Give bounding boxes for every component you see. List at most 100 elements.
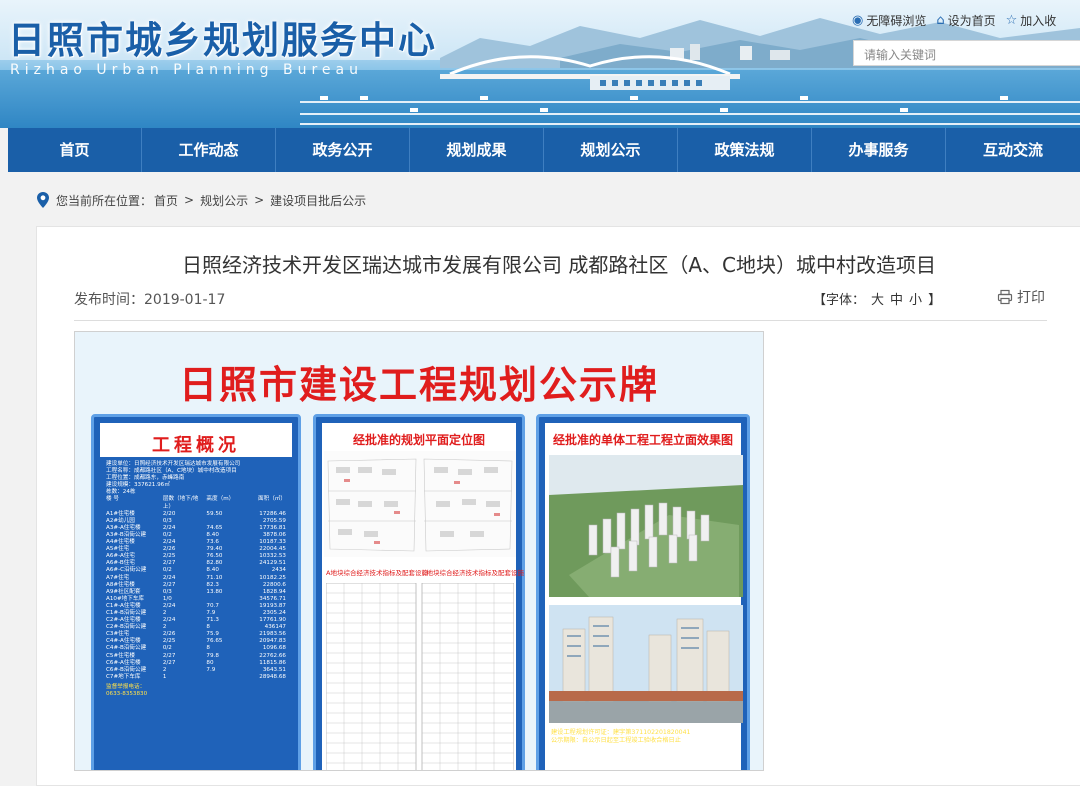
header-cell: 层数（地下/地上） xyxy=(162,496,199,510)
nav-item-interaction[interactable]: 互动交流 xyxy=(946,128,1080,172)
overview-table-row: C1#-A住宅楼 2/24 70.7 19193.87 xyxy=(106,603,286,610)
font-size-label-close: 】 xyxy=(928,293,942,308)
site-header: 日照市城乡规划服务中心 Rizhao Urban Planning Bureau… xyxy=(0,0,1080,128)
overview-table-cell: 79.8 xyxy=(206,652,219,659)
overview-table-cell: 2/24 xyxy=(162,574,176,581)
overview-table-row: A4#住宅楼 2/24 73.6 10187.33 xyxy=(106,539,286,546)
breadcrumb-prefix: 您当前所在位置： xyxy=(56,193,153,208)
overview-table-cell: 71.3 xyxy=(206,617,219,624)
overview-table-cell: 7.9 xyxy=(206,609,216,616)
eye-icon: ◉ xyxy=(852,13,864,28)
overview-table-cell: A9#社区配套 xyxy=(106,588,141,595)
publish-date: 2019-01-17 xyxy=(144,292,226,308)
article-title: 日照经济技术开发区瑞达城市发展有限公司 成都路社区（A、C地块）城中村改造项目 xyxy=(181,253,936,277)
overview-table-cell xyxy=(206,518,248,525)
overview-table-cell: A6#-C沿街公建 xyxy=(106,567,147,574)
plan-label-c: C地块综合经济技术指标及配套设施 xyxy=(422,569,525,577)
overview-table-cell: 80 xyxy=(206,659,214,666)
indicator-tables-image xyxy=(326,583,514,770)
font-size-small-button[interactable]: 小 xyxy=(909,289,922,308)
overview-table-cell: 1/0 xyxy=(162,595,172,602)
font-size-medium-button[interactable]: 中 xyxy=(890,289,903,308)
overview-table-cell: A8#住宅楼 xyxy=(106,581,135,588)
site-title: 日照市城乡规划服务中心 xyxy=(8,19,437,62)
overview-table-cell: 70.7 xyxy=(206,602,219,609)
main-nav: 首页 工作动态 政务公开 规划成果 规划公示 政策法规 办事服务 互动交流 xyxy=(8,128,1080,172)
overview-footer-line: 0633-8353830 xyxy=(106,691,148,697)
overview-table-cell: 10187.33 xyxy=(259,539,286,546)
overview-table-cell: 34576.71 xyxy=(259,595,286,602)
nav-item-work-news[interactable]: 工作动态 xyxy=(142,128,276,172)
breadcrumb-planning-publicity[interactable]: 规划公示 xyxy=(200,192,248,209)
overview-table-cell: A1#住宅楼 xyxy=(106,510,135,517)
star-icon: ☆ xyxy=(1005,13,1018,28)
font-size-label: 【字体： xyxy=(813,293,866,308)
overview-table-cell: 2434 xyxy=(271,567,286,574)
overview-table-cell: 17286.46 xyxy=(259,510,286,517)
site-plan-map-image xyxy=(324,451,516,557)
nav-item-planning-results[interactable]: 规划成果 xyxy=(410,128,544,172)
rendering-panel-title: 经批准的单体工程工程立面效果图 xyxy=(552,433,733,447)
printer-icon xyxy=(997,289,1013,305)
overview-table-cell: 2/27 xyxy=(162,659,176,666)
overview-table-cell: 22004.45 xyxy=(259,546,286,553)
overview-table-cell: 2/27 xyxy=(162,581,176,588)
planning-billboard-image: 日照市建设工程规划公示牌 工程概况 建设单位：日照经济技术开发区瑞达城市发展有限… xyxy=(74,331,764,771)
overview-table-row: A10#地下车库 1/0 34576.71 xyxy=(106,596,286,603)
aerial-rendering-image xyxy=(549,455,743,597)
set-homepage-link[interactable]: ⌂ 设为首页 xyxy=(936,12,995,29)
overview-footer: 监督举报电话： 0633-8353830 xyxy=(106,684,286,698)
overview-table-body: A1#住宅楼 2/20 59.50 17286.46 A2#幼儿园 0/3 2705.59 A… xyxy=(106,511,286,681)
overview-table-cell: 20947.83 xyxy=(259,638,286,645)
nav-item-services[interactable]: 办事服务 xyxy=(812,128,946,172)
overview-table-cell: 22800.6 xyxy=(262,581,286,588)
overview-table-row: A8#住宅楼 2/27 82.3 22800.6 xyxy=(106,582,286,589)
overview-table-cell: 0/3 xyxy=(162,517,172,524)
overview-table-cell: 2 xyxy=(162,624,167,631)
permit-line: 建设工程规划许可证：建字第371102201820041 xyxy=(551,729,691,736)
font-size-large-button[interactable]: 大 xyxy=(871,289,884,308)
overview-table-cell: 2/26 xyxy=(162,546,176,553)
overview-panel-title: 工程概况 xyxy=(152,435,240,456)
overview-table-cell: 24129.51 xyxy=(259,560,286,567)
overview-panel-inner: 工程概况 建设单位：日照经济技术开发区瑞达城市发展有限公司 工程名称：成都路社区… xyxy=(100,423,292,770)
overview-table-cell: 2/26 xyxy=(162,631,176,638)
nav-item-policies[interactable]: 政策法规 xyxy=(678,128,812,172)
breadcrumb-home[interactable]: 首页 xyxy=(154,192,178,209)
article-panel: 日照经济技术开发区瑞达城市发展有限公司 成都路社区（A、C地块）城中村改造项目 … xyxy=(36,226,1080,786)
overview-table-cell: 1828.94 xyxy=(262,588,286,595)
overview-table-cell: C1#-B沿街公建 xyxy=(106,609,147,616)
overview-table-cell: C5#住宅楼 xyxy=(106,652,135,659)
overview-table-cell: 0/2 xyxy=(162,567,172,574)
overview-table-cell: 2/24 xyxy=(162,617,176,624)
print-button[interactable]: 打印 xyxy=(997,287,1045,307)
overview-table-cell: 7.9 xyxy=(206,666,216,673)
overview-table-cell: 2 xyxy=(162,666,167,673)
overview-table-cell: 79.40 xyxy=(206,546,223,553)
overview-table-cell: 2/25 xyxy=(162,638,176,645)
site-plan-panel-title: 经批准的规划平面定位图 xyxy=(352,433,485,447)
nav-item-home[interactable]: 首页 xyxy=(8,128,142,172)
header-cell: 高度（m） xyxy=(206,496,235,503)
overview-table-cell: 3643.51 xyxy=(262,666,286,673)
overview-panel-body: 建设单位：日照经济技术开发区瑞达城市发展有限公司 工程名称：成都路社区（A、C地… xyxy=(100,457,292,770)
overview-table-row: C5#住宅楼 2/27 79.8 22762.66 xyxy=(106,653,286,660)
overview-table-cell: 2/27 xyxy=(162,560,176,567)
location-pin-icon xyxy=(37,192,49,208)
add-favorite-link-label: 加入收 xyxy=(1020,14,1057,28)
overview-table-cell: 13.80 xyxy=(206,588,223,595)
overview-table-cell: 19193.87 xyxy=(259,602,286,609)
accessibility-link[interactable]: ◉ 无障碍浏览 xyxy=(852,12,926,29)
nav-item-government-affairs[interactable]: 政务公开 xyxy=(276,128,410,172)
billboard-site-plan-panel: 经批准的规划平面定位图 A地块综合经济技术指标及配套设施 C地块综合经济技术指标… xyxy=(313,414,525,770)
print-label: 打印 xyxy=(1017,290,1045,306)
street-rendering-image xyxy=(549,605,743,723)
overview-table-cell: A2#幼儿园 xyxy=(106,517,135,524)
overview-table-cell: C7#地下车库 xyxy=(106,673,141,680)
add-favorite-link[interactable]: ☆ 加入收 xyxy=(1006,12,1057,29)
search-input[interactable]: 请输入关键词 xyxy=(853,40,1080,66)
nav-item-planning-publicity[interactable]: 规划公示 xyxy=(544,128,678,172)
overview-table-cell: 1096.68 xyxy=(262,645,286,652)
overview-table-cell: 2/27 xyxy=(162,652,176,659)
breadcrumb-current[interactable]: 建设项目批后公示 xyxy=(270,192,366,209)
